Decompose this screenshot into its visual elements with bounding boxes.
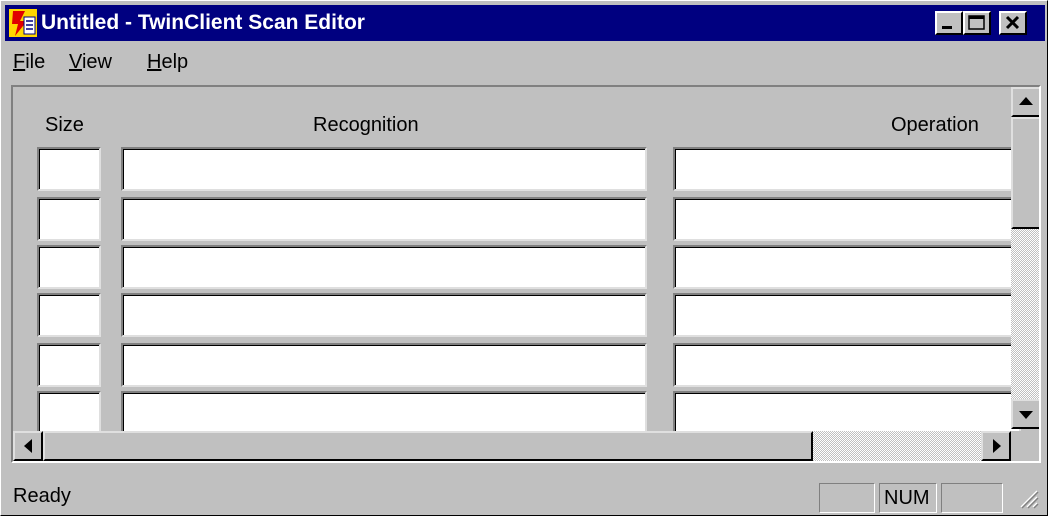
size-field[interactable] — [37, 293, 101, 337]
arrow-down-icon — [1019, 411, 1033, 419]
title-bar[interactable]: Untitled - TwinClient Scan Editor — [5, 5, 1045, 41]
arrow-up-icon — [1019, 97, 1033, 105]
scrollbar-corner — [1011, 431, 1039, 461]
operation-field[interactable] — [673, 391, 1021, 435]
operation-field[interactable] — [673, 147, 1021, 191]
recognition-field[interactable] — [121, 293, 647, 337]
close-icon — [1005, 15, 1020, 30]
maximize-button[interactable] — [963, 11, 991, 35]
recognition-field[interactable] — [121, 343, 647, 387]
menu-file-label: ile — [25, 51, 46, 73]
size-field[interactable] — [37, 245, 101, 289]
menu-bar: File View Help — [5, 45, 1045, 79]
menu-file[interactable]: File — [13, 49, 45, 75]
menu-help[interactable]: Help — [147, 49, 188, 75]
vertical-scroll-thumb[interactable] — [1011, 117, 1039, 229]
recognition-field[interactable] — [121, 197, 647, 241]
menu-view-label: iew — [81, 51, 112, 73]
scan-editor-view: Size Recognition Operation — [11, 85, 1041, 463]
main-window: Untitled - TwinClient Scan Editor File V… — [0, 0, 1048, 516]
operation-field[interactable] — [673, 343, 1021, 387]
operation-field[interactable] — [673, 197, 1021, 241]
status-pane-scroll — [941, 483, 1003, 513]
size-grip-icon[interactable] — [1017, 487, 1039, 509]
menu-view[interactable]: View — [69, 49, 112, 75]
status-pane-num: NUM — [879, 483, 937, 513]
arrow-right-icon — [993, 439, 1001, 453]
size-field[interactable] — [37, 147, 101, 191]
size-column-header: Size — [45, 114, 84, 136]
menu-help-mnemonic: H — [147, 51, 162, 73]
horizontal-scroll-thumb[interactable] — [43, 431, 813, 461]
status-text: Ready — [13, 485, 71, 507]
recognition-column-header: Recognition — [313, 114, 419, 136]
minimize-icon — [942, 26, 952, 29]
size-field[interactable] — [37, 197, 101, 241]
menu-help-label: elp — [161, 51, 189, 73]
scroll-down-button[interactable] — [1011, 399, 1039, 429]
arrow-left-icon — [24, 439, 32, 453]
operation-field[interactable] — [673, 245, 1021, 289]
recognition-field[interactable] — [121, 147, 647, 191]
scroll-up-button[interactable] — [1011, 87, 1039, 117]
scroll-right-button[interactable] — [981, 431, 1011, 461]
recognition-field[interactable] — [121, 391, 647, 435]
horizontal-scrollbar[interactable] — [13, 431, 1011, 461]
recognition-field[interactable] — [121, 245, 647, 289]
minimize-button[interactable] — [935, 11, 963, 35]
operation-field[interactable] — [673, 293, 1021, 337]
app-icon[interactable] — [9, 9, 37, 37]
maximize-icon — [968, 15, 985, 30]
operation-column-header: Operation — [891, 114, 979, 136]
scroll-left-button[interactable] — [13, 431, 43, 461]
size-field[interactable] — [37, 391, 101, 435]
close-button[interactable] — [999, 11, 1027, 35]
status-bar: Ready NUM — [5, 477, 1045, 513]
menu-view-mnemonic: V — [69, 51, 82, 73]
vertical-scrollbar[interactable] — [1011, 87, 1039, 429]
menu-file-mnemonic: F — [13, 51, 26, 73]
window-title: Untitled - TwinClient Scan Editor — [41, 11, 365, 34]
status-pane-caps — [819, 483, 875, 513]
size-field[interactable] — [37, 343, 101, 387]
